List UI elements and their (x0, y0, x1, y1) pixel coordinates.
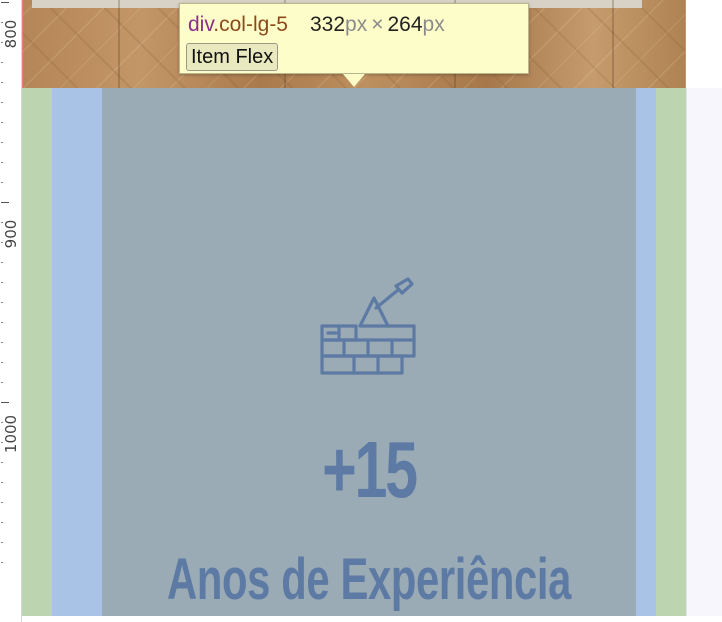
years-counter: +15 (322, 425, 418, 514)
ruler-tick (1, 142, 3, 143)
ruler-tick (1, 462, 3, 463)
ruler-tick (1, 2, 9, 3)
ruler-tick (1, 562, 3, 563)
page-bottom-gap (22, 616, 722, 622)
ruler-tick (1, 102, 3, 103)
ruler-label-800: 800 (2, 19, 20, 49)
ruler-tick (1, 182, 3, 183)
experience-stat-card[interactable]: +15 Anos de Experiência (102, 88, 636, 616)
ruler-label-900: 900 (2, 219, 20, 249)
ruler-tick (1, 62, 3, 63)
element-dimensions: 332px × 264px (310, 13, 445, 36)
floor-seam (612, 0, 614, 88)
ruler-tick (1, 542, 3, 543)
element-width: 332 (310, 13, 346, 36)
ruler-tick (1, 202, 9, 203)
ruler-tick (1, 262, 3, 263)
ruler-tick (1, 162, 3, 163)
inspector-tooltip: div.col-lg-5 332px × 264px Item Flex (179, 3, 529, 87)
ruler-tick (1, 282, 3, 283)
ruler-tick (1, 82, 3, 83)
ruler-tick (1, 502, 3, 503)
ruler-tick (1, 482, 3, 483)
page-right-gutter (686, 88, 722, 622)
ruler-tick (1, 522, 3, 523)
element-height: 264 (387, 13, 423, 36)
element-class: .col-lg-5 (213, 13, 288, 36)
ruler-tick (1, 122, 3, 123)
vertical-ruler: 800 900 1000 (0, 0, 22, 622)
element-info: div.col-lg-5 332px × 264px (188, 13, 445, 37)
floor-seam (118, 0, 120, 88)
years-caption: Anos de Experiência (167, 547, 571, 612)
highlight-edge-line (685, 0, 686, 88)
ruler-label-1000: 1000 (2, 414, 20, 454)
ruler-tick (1, 342, 3, 343)
ruler-tick (1, 382, 3, 383)
flex-item-badge: Item Flex (186, 43, 279, 71)
width-unit: px (345, 13, 368, 36)
ruler-tick (1, 402, 9, 403)
tooltip-arrow (343, 74, 365, 87)
ruler-tick (1, 322, 3, 323)
ruler-tick (1, 302, 3, 303)
height-unit: px (422, 13, 445, 36)
times-sign: × (371, 13, 384, 36)
element-tag: div (188, 13, 214, 36)
ruler-tick (1, 362, 3, 363)
brick-wall-trowel-icon (316, 276, 420, 378)
highlight-edge-line (22, 0, 23, 88)
